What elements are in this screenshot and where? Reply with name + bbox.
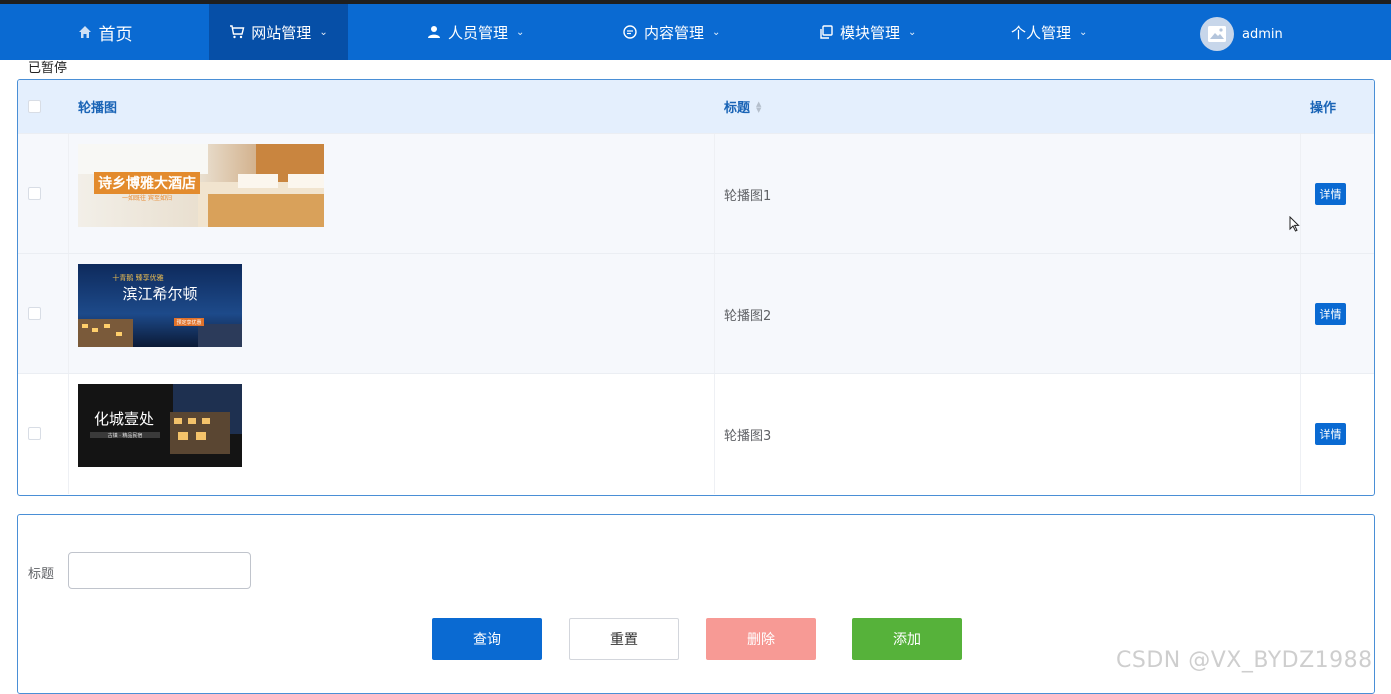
- table-row: 化城壹处 古镇 · 精品民宿 轮播图3 详情: [18, 373, 1374, 494]
- nav-people-label: 人员管理: [448, 23, 509, 42]
- chevron-down-icon: ⌄: [1079, 26, 1088, 38]
- row-checkbox[interactable]: [28, 187, 41, 200]
- nav-site-management[interactable]: 网站管理 ⌄: [209, 4, 348, 60]
- header-image: 轮播图: [78, 101, 118, 116]
- query-button[interactable]: 查询: [432, 618, 542, 660]
- paused-status-text: 已暂停: [28, 61, 68, 76]
- copy-icon: [818, 24, 834, 40]
- reset-button[interactable]: 重置: [569, 618, 679, 660]
- nav-module-label: 模块管理: [840, 23, 901, 42]
- detail-button[interactable]: 详情: [1315, 423, 1346, 445]
- nav-personal-management[interactable]: 个人管理 ⌄: [1011, 4, 1087, 60]
- add-button[interactable]: 添加: [852, 618, 962, 660]
- watermark: CSDN @VX_BYDZ1988: [1116, 648, 1373, 673]
- table-row: 诗乡博雅大酒店 一如既往 宾至如归 轮播图1 详情: [18, 133, 1374, 254]
- svg-text:预定享优惠: 预定享优惠: [176, 319, 201, 326]
- user-menu[interactable]: admin: [1200, 17, 1283, 51]
- title-search-input[interactable]: [68, 552, 251, 589]
- header-title-label: 标题: [724, 101, 751, 116]
- nav-site-label: 网站管理: [251, 23, 312, 42]
- chevron-down-icon: ⌄: [319, 26, 328, 38]
- table-row: 十青鹅 臻享优雅 滨江希尔顿 预定享优惠 轮播图2 详情: [18, 253, 1374, 374]
- username: admin: [1242, 26, 1283, 42]
- nav-personal-label: 个人管理: [1011, 23, 1072, 42]
- top-navbar: 首页 网站管理 ⌄ 人员管理 ⌄ 内容管理 ⌄ 模块管理 ⌄ 个人管理 ⌄ ad…: [0, 4, 1391, 60]
- select-all-checkbox[interactable]: [28, 100, 41, 113]
- detail-button[interactable]: 详情: [1315, 303, 1346, 325]
- svg-text:化城壹处: 化城壹处: [94, 410, 154, 428]
- row-checkbox[interactable]: [28, 307, 41, 320]
- chevron-down-icon: ⌄: [516, 26, 525, 38]
- nav-people-management[interactable]: 人员管理 ⌄: [426, 4, 524, 60]
- chat-icon: [622, 24, 638, 40]
- svg-text:一如既往 宾至如归: 一如既往 宾至如归: [122, 194, 172, 202]
- carousel-image: 十青鹅 臻享优雅 滨江希尔顿 预定享优惠: [78, 264, 242, 347]
- title-field-label: 标题: [28, 567, 55, 582]
- nav-content-management[interactable]: 内容管理 ⌄: [622, 4, 720, 60]
- header-title[interactable]: 标题 ▲ ▼: [724, 80, 761, 133]
- row-title: 轮播图2: [724, 309, 772, 324]
- user-icon: [426, 24, 442, 40]
- image-icon: [1208, 26, 1226, 42]
- svg-text:十青鹅 臻享优雅: 十青鹅 臻享优雅: [112, 273, 163, 282]
- table-header: 轮播图 标题 ▲ ▼ 操作: [18, 80, 1374, 133]
- svg-text:古镇 · 精品民宿: 古镇 · 精品民宿: [108, 432, 143, 439]
- svg-text:诗乡博雅大酒店: 诗乡博雅大酒店: [98, 175, 196, 192]
- nav-home-label: 首页: [98, 24, 133, 45]
- row-title: 轮播图3: [724, 429, 772, 444]
- nav-module-management[interactable]: 模块管理 ⌄: [818, 4, 916, 60]
- chevron-down-icon: ⌄: [712, 26, 721, 38]
- row-checkbox[interactable]: [28, 427, 41, 440]
- mouse-cursor-icon: [1289, 215, 1301, 236]
- detail-button[interactable]: 详情: [1315, 183, 1346, 205]
- sort-icon[interactable]: ▲ ▼: [756, 100, 761, 113]
- carousel-table: 轮播图 标题 ▲ ▼ 操作 诗乡博雅大酒店 一如既往 宾至如归 轮播图1 详情 …: [17, 79, 1375, 496]
- avatar: [1200, 17, 1234, 51]
- chevron-down-icon: ⌄: [908, 26, 917, 38]
- nav-home[interactable]: 首页: [0, 4, 209, 60]
- cart-icon: [229, 24, 245, 40]
- carousel-image: 诗乡博雅大酒店 一如既往 宾至如归: [78, 144, 324, 227]
- header-ops: 操作: [1310, 101, 1337, 116]
- carousel-image: 化城壹处 古镇 · 精品民宿: [78, 384, 242, 467]
- delete-button[interactable]: 删除: [706, 618, 816, 660]
- row-title: 轮播图1: [724, 189, 772, 204]
- home-icon: [77, 24, 93, 40]
- svg-text:滨江希尔顿: 滨江希尔顿: [122, 285, 197, 303]
- nav-content-label: 内容管理: [644, 23, 705, 42]
